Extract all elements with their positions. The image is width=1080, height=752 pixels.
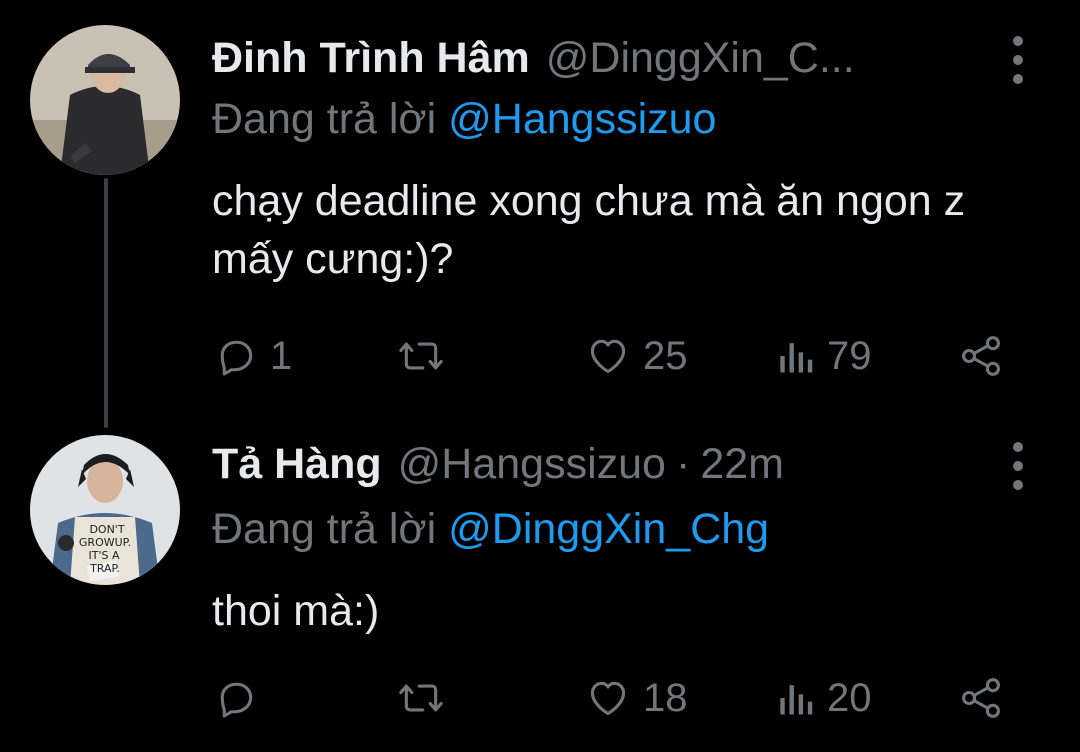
retweet-button[interactable] — [397, 326, 457, 386]
reply-icon — [220, 682, 253, 718]
tweet-header: Tả Hàng @Hangssizuo · 22m — [212, 434, 784, 494]
tweet-text: thoi mà:) — [212, 587, 380, 635]
tweet-header: Đinh Trình Hâm @DinggXin_C... — [212, 28, 855, 88]
tweet-reply-2[interactable]: DON'T GROWUP. IT'S A TRAP. Tả Hàng @Hang… — [0, 420, 1080, 752]
avatar[interactable]: DON'T GROWUP. IT'S A TRAP. — [30, 435, 180, 585]
share-button[interactable] — [958, 326, 1004, 386]
avatar[interactable] — [30, 25, 180, 175]
separator-dot: · — [675, 439, 691, 488]
view-count: 20 — [827, 675, 872, 720]
views-button[interactable]: 79 — [775, 326, 872, 386]
replying-to-label: Đang trả lời — [212, 95, 449, 143]
like-count: 18 — [643, 675, 688, 720]
reply-mention-link[interactable]: @DinggXin_Chg — [448, 505, 769, 553]
reply-button[interactable]: 1 — [214, 326, 292, 386]
more-options-icon[interactable] — [1008, 36, 1028, 84]
retweet-button[interactable] — [397, 668, 457, 728]
tweet-reply-1[interactable]: Đinh Trình Hâm @DinggXin_C... Đang trả l… — [0, 0, 1080, 420]
more-options-icon[interactable] — [1008, 442, 1028, 490]
share-button[interactable] — [958, 668, 1004, 728]
like-count: 25 — [643, 333, 688, 378]
display-name[interactable]: Đinh Trình Hâm — [212, 34, 530, 83]
views-icon — [780, 343, 813, 373]
replying-to-line: Đang trả lời @Hangssizuo — [212, 95, 716, 144]
like-icon — [590, 681, 626, 716]
reply-mention-link[interactable]: @Hangssizuo — [448, 95, 716, 143]
share-icon — [962, 336, 1000, 376]
retweet-icon — [399, 342, 443, 370]
action-bar: 1 25 79 — [0, 326, 1080, 386]
retweet-icon — [399, 684, 443, 712]
share-icon — [962, 678, 1000, 718]
avatar-shirt-line-3: IT'S A — [89, 549, 120, 562]
replying-to-line: Đang trả lời @DinggXin_Chg — [212, 505, 769, 554]
avatar-shirt-line-4: TRAP. — [89, 562, 120, 575]
timestamp[interactable]: 22m — [700, 440, 784, 489]
reply-icon — [220, 340, 253, 376]
views-button[interactable]: 20 — [775, 668, 872, 728]
reply-button[interactable] — [214, 668, 270, 728]
reply-count: 1 — [270, 333, 293, 378]
view-count: 79 — [827, 333, 872, 378]
like-button[interactable]: 25 — [585, 326, 688, 386]
display-name[interactable]: Tả Hàng — [212, 440, 382, 489]
username-handle[interactable]: @Hangssizuo — [398, 440, 666, 489]
avatar-shirt-line-2: GROWUP. — [79, 536, 131, 549]
like-icon — [590, 339, 626, 374]
replying-to-label: Đang trả lời — [212, 505, 449, 553]
username-handle[interactable]: @DinggXin_C... — [546, 34, 855, 83]
like-button[interactable]: 18 — [585, 668, 688, 728]
views-icon — [780, 685, 813, 715]
action-bar: 18 20 — [0, 668, 1080, 728]
tweet-text: chạy deadline xong chưa mà ăn ngon z mấy… — [212, 177, 966, 283]
avatar-shirt-line-1: DON'T — [89, 523, 124, 536]
